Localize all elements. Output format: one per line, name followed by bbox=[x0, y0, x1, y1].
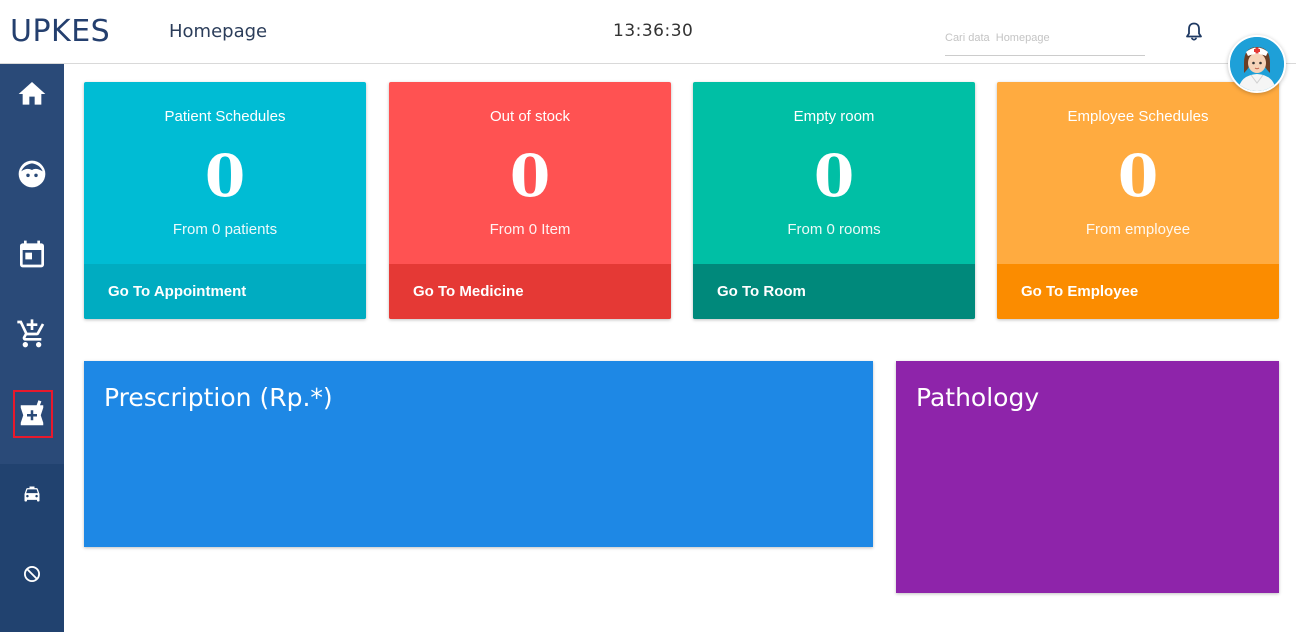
calendar-icon bbox=[20, 240, 44, 268]
card-subtitle: From 0 rooms bbox=[787, 221, 881, 238]
card-value: 0 bbox=[204, 142, 246, 210]
block-icon bbox=[24, 566, 40, 582]
search-input[interactable] bbox=[945, 20, 1145, 56]
go-to-medicine-link[interactable]: Go To Medicine bbox=[389, 264, 671, 319]
top-header: UPKES Homepage 13:36:30 bbox=[0, 0, 1296, 64]
card-value: 0 bbox=[509, 142, 551, 210]
go-to-room-link[interactable]: Go To Room bbox=[693, 264, 975, 319]
card-subtitle: From employee bbox=[1085, 221, 1191, 238]
card-subtitle: From 0 Item bbox=[489, 221, 571, 238]
panel-title: Prescription (Rp.*) bbox=[104, 383, 333, 412]
page-title: Homepage bbox=[169, 21, 268, 42]
card-out-of-stock: Out of stock 0 From 0 Item Go To Medicin… bbox=[389, 82, 671, 319]
card-patient-schedules: Patient Schedules 0 From 0 patients Go T… bbox=[84, 82, 366, 319]
go-to-employee-link[interactable]: Go To Employee bbox=[997, 264, 1279, 319]
card-title: Empty room bbox=[793, 108, 875, 125]
card-subtitle: From 0 patients bbox=[172, 221, 278, 238]
sidebar-item-home[interactable] bbox=[0, 64, 64, 124]
panel-title: Pathology bbox=[916, 383, 1040, 412]
home-icon bbox=[18, 82, 46, 105]
card-value: 0 bbox=[813, 142, 855, 210]
sidebar-item-cart[interactable] bbox=[0, 304, 64, 364]
car-icon bbox=[24, 486, 40, 502]
sidebar bbox=[0, 64, 64, 632]
card-title: Patient Schedules bbox=[164, 108, 286, 125]
bell-icon[interactable] bbox=[1183, 21, 1205, 43]
sidebar-item-medicine[interactable] bbox=[0, 384, 64, 444]
clock: 13:36:30 bbox=[613, 21, 694, 41]
selection-highlight bbox=[13, 390, 53, 438]
prescription-panel: Prescription (Rp.*) bbox=[84, 361, 873, 547]
sidebar-item-patient[interactable] bbox=[0, 144, 64, 204]
sidebar-item-transport[interactable] bbox=[0, 464, 64, 524]
brand-logo[interactable]: UPKES bbox=[10, 14, 110, 49]
card-value: 0 bbox=[1117, 142, 1159, 210]
user-avatar[interactable] bbox=[1228, 35, 1286, 93]
face-icon bbox=[18, 160, 46, 188]
add-to-cart-icon bbox=[17, 319, 45, 348]
card-employee-schedules: Employee Schedules 0 From employee Go To… bbox=[997, 82, 1279, 319]
pathology-panel: Pathology bbox=[896, 361, 1279, 593]
go-to-appointment-link[interactable]: Go To Appointment bbox=[84, 264, 366, 319]
card-title: Employee Schedules bbox=[1067, 108, 1209, 125]
card-title: Out of stock bbox=[489, 108, 571, 125]
card-empty-room: Empty room 0 From 0 rooms Go To Room bbox=[693, 82, 975, 319]
sidebar-item-block[interactable] bbox=[0, 544, 64, 604]
sidebar-item-calendar[interactable] bbox=[0, 224, 64, 284]
